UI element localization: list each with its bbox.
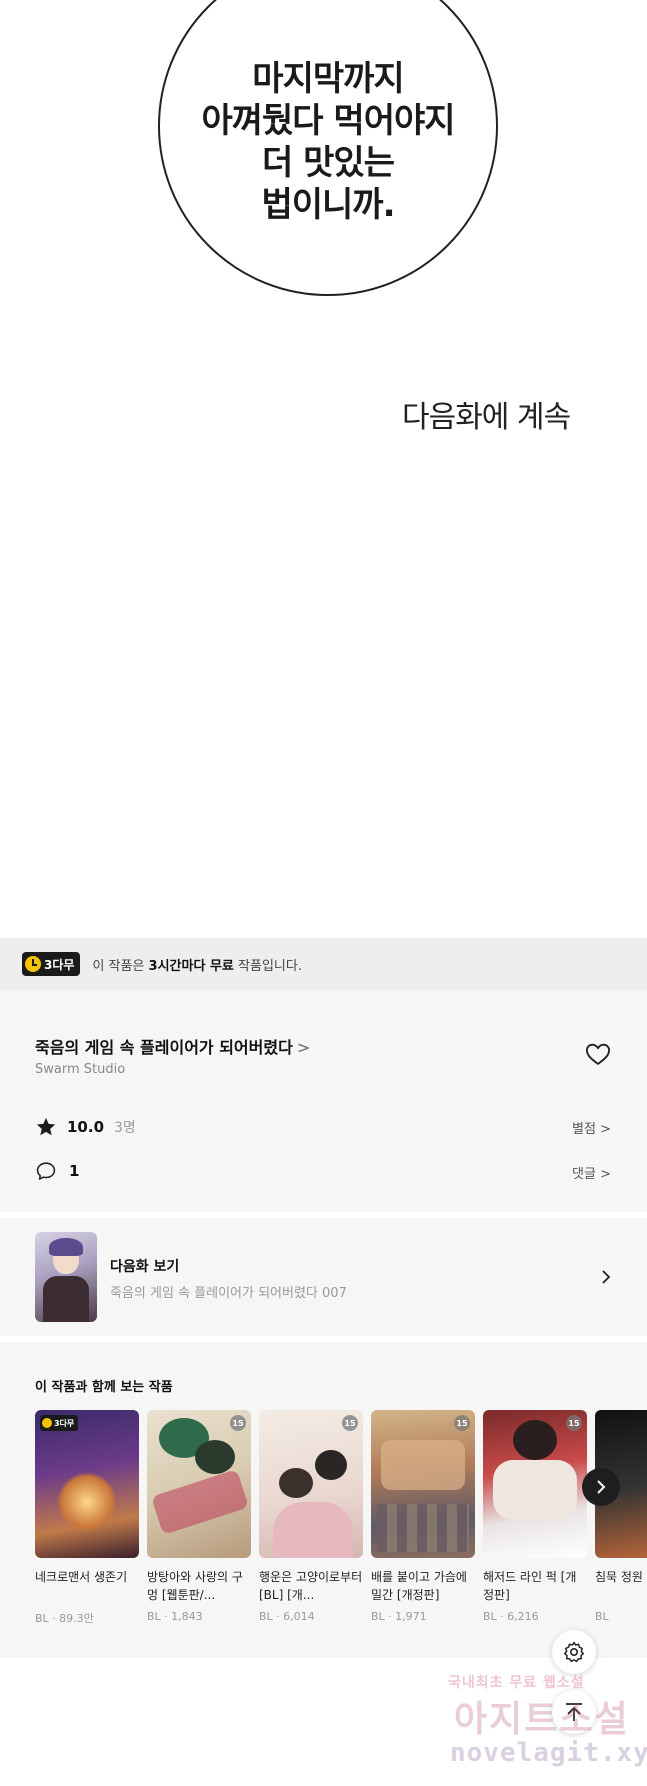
comic-panel: 마지막까지 아껴뒀다 먹어야지 더 맛있는 법이니까. 다음화에 계속 bbox=[0, 0, 647, 938]
watermark-url: novelagit.xyz bbox=[450, 1738, 647, 1768]
rating-score: 10.0 bbox=[67, 1118, 105, 1136]
recommendation-card[interactable]: 침묵 정원 BL bbox=[595, 1410, 647, 1626]
recommendation-card[interactable]: 15 행운은 고양이로부터 [BL] [개... BL · 6,014 bbox=[259, 1410, 363, 1626]
recommendation-card[interactable]: 15 배를 붙이고 가슴에 밀간 [개정판] BL · 1,971 bbox=[371, 1410, 475, 1626]
recommendation-meta: BL · 1,971 bbox=[371, 1610, 427, 1623]
free-wait-banner: 3다무 이 작품은 3시간마다 무료 작품입니다. bbox=[0, 938, 647, 990]
work-info-card: 죽음의 게임 속 플레이어가 되어버렸다 > Swarm Studio 10.0 … bbox=[0, 990, 647, 1212]
settings-button[interactable] bbox=[552, 1630, 596, 1674]
studio-name: Swarm Studio bbox=[35, 1062, 126, 1077]
recommendation-card[interactable]: 15 해저드 라인 퍽 [개정판] BL · 6,216 bbox=[483, 1410, 587, 1626]
wait-free-badge: 3다무 bbox=[22, 952, 81, 976]
recommendation-card[interactable]: 3다무 네크로맨서 생존기 BL · 89.3만 bbox=[35, 1410, 139, 1626]
cover-image: 15 bbox=[483, 1410, 587, 1558]
gear-icon bbox=[563, 1641, 585, 1663]
clock-icon bbox=[25, 956, 41, 972]
next-episode-card[interactable]: 다음화 보기 죽음의 게임 속 플레이어가 되어버렸다 007 bbox=[0, 1218, 647, 1336]
recommendation-meta: BL · 6,014 bbox=[259, 1610, 315, 1623]
banner-text: 이 작품은 3시간마다 무료 작품입니다. bbox=[92, 955, 302, 974]
watermark-brand: 아지트소설 bbox=[454, 1699, 630, 1740]
comment-icon bbox=[36, 1162, 56, 1180]
cover-image: 15 bbox=[259, 1410, 363, 1558]
recommendation-title: 행운은 고양이로부터 [BL] [개... bbox=[259, 1570, 363, 1602]
age-rating-badge: 15 bbox=[566, 1415, 582, 1431]
recommendation-card[interactable]: 15 방탕아와 사랑의 구멍 [웹툰판/... BL · 1,843 bbox=[147, 1410, 251, 1626]
bubble-line: 법이니까. bbox=[261, 185, 395, 225]
cover-image: 15 bbox=[147, 1410, 251, 1558]
recommendation-meta: BL · 6,216 bbox=[483, 1610, 539, 1623]
recommendation-title: 배를 붙이고 가슴에 밀간 [개정판] bbox=[371, 1570, 467, 1602]
chevron-right-icon bbox=[597, 1480, 606, 1494]
cover-image: 3다무 bbox=[35, 1410, 139, 1558]
recommendation-title: 방탕아와 사랑의 구멍 [웹툰판/... bbox=[147, 1570, 243, 1602]
banner-text-suffix: 작품입니다. bbox=[233, 958, 302, 974]
cover-image: 15 bbox=[371, 1410, 475, 1558]
comment-count: 1 bbox=[69, 1162, 80, 1180]
comment-link[interactable]: 댓글 > bbox=[572, 1163, 611, 1182]
recommendation-title: 네크로맨서 생존기 bbox=[35, 1570, 128, 1584]
heart-icon[interactable] bbox=[584, 1040, 612, 1068]
badge-label: 3다무 bbox=[54, 1418, 75, 1428]
recommendation-title: 침묵 정원 bbox=[595, 1570, 643, 1584]
rating-row: 10.0 3명 bbox=[35, 1116, 136, 1138]
work-title: 죽음의 게임 속 플레이어가 되어버렸다 bbox=[35, 1038, 293, 1057]
recommendation-meta: BL bbox=[595, 1610, 609, 1623]
recommendation-title: 해저드 라인 퍽 [개정판] bbox=[483, 1570, 577, 1602]
next-episode-title: 죽음의 게임 속 플레이어가 되어버렸다 007 bbox=[110, 1286, 347, 1301]
comment-row: 1 bbox=[35, 1160, 79, 1182]
recommendations-heading: 이 작품과 함께 보는 작품 bbox=[35, 1380, 173, 1395]
star-icon bbox=[36, 1117, 56, 1136]
age-rating-badge: 15 bbox=[230, 1415, 246, 1431]
recommendation-meta: BL · 89.3만 bbox=[35, 1612, 94, 1625]
work-title-link[interactable]: 죽음의 게임 속 플레이어가 되어버렸다 > bbox=[35, 1034, 310, 1058]
carousel-next-button[interactable] bbox=[582, 1468, 620, 1506]
next-episode-label: 다음화 보기 bbox=[110, 1259, 180, 1275]
recommendation-meta: BL · 1,843 bbox=[147, 1610, 203, 1623]
rating-count: 3명 bbox=[114, 1120, 136, 1136]
age-rating-badge: 15 bbox=[342, 1415, 358, 1431]
recommendations-list: 3다무 네크로맨서 생존기 BL · 89.3만 15 방탕아와 사랑의 구멍 … bbox=[35, 1410, 647, 1626]
age-rating-badge: 15 bbox=[454, 1415, 470, 1431]
banner-text-bold: 3시간마다 무료 bbox=[148, 958, 234, 974]
watermark-tagline: 국내최초 무료 웹소설 bbox=[448, 1675, 585, 1691]
recommendations-section: 이 작품과 함께 보는 작품 3다무 네크로맨서 생존기 BL · 89.3만 … bbox=[0, 1342, 647, 1658]
bubble-line: 더 맛있는 bbox=[262, 143, 395, 183]
wait-free-badge: 3다무 bbox=[40, 1415, 79, 1431]
chevron-right-icon bbox=[602, 1270, 611, 1284]
bubble-line: 아껴뒀다 먹어야지 bbox=[201, 101, 455, 141]
bubble-line: 마지막까지 bbox=[252, 59, 404, 99]
banner-text-prefix: 이 작품은 bbox=[92, 958, 149, 974]
rating-link[interactable]: 별점 > bbox=[572, 1118, 611, 1137]
speech-bubble-text: 마지막까지 아껴뒀다 먹어야지 더 맛있는 법이니까. bbox=[158, 58, 498, 226]
to-be-continued-text: 다음화에 계속 bbox=[402, 400, 571, 435]
next-episode-thumbnail bbox=[35, 1232, 97, 1322]
chevron-right-icon: > bbox=[296, 1038, 311, 1057]
badge-label: 3다무 bbox=[44, 957, 75, 972]
